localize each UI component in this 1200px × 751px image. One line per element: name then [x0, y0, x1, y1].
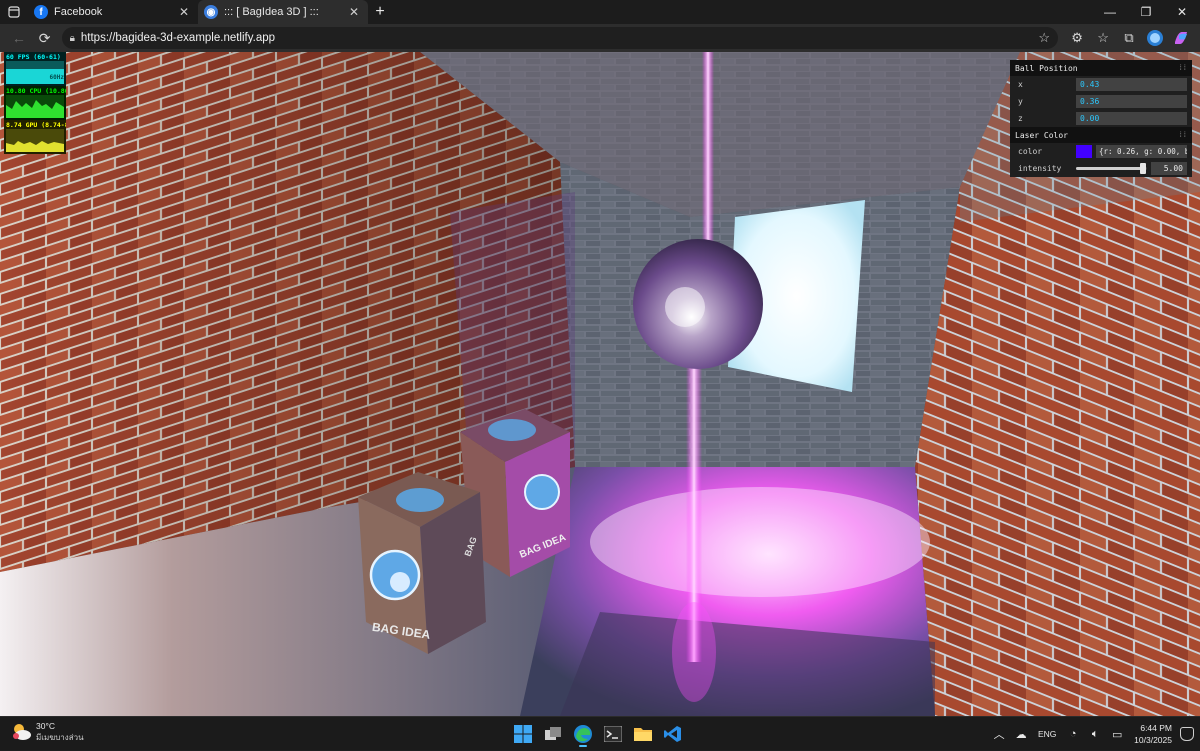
- folder-title: Ball Position: [1015, 63, 1078, 73]
- tab-bagidea-3d[interactable]: ◉ ::: [ BagIdea 3D ] ::: ✕: [198, 0, 368, 24]
- folder-icon: [634, 728, 652, 741]
- notification-bell-icon[interactable]: [1180, 727, 1194, 741]
- browser-tab-bar: f Facebook ✕ ◉ ::: [ BagIdea 3D ] ::: ✕ …: [0, 0, 1200, 24]
- collapse-icon[interactable]: ⁞⁞: [1179, 131, 1187, 140]
- copilot-icon[interactable]: [1168, 26, 1194, 50]
- new-tab-button[interactable]: +: [368, 3, 392, 21]
- color-text-input[interactable]: {r: 0.26, g: 0.00, b: [1096, 145, 1187, 158]
- tab-title: Facebook: [54, 6, 103, 18]
- vscode-icon: [664, 726, 681, 742]
- battery-icon[interactable]: ▭: [1106, 728, 1128, 741]
- tab-actions-icon: [8, 6, 20, 18]
- globe-icon: ◉: [204, 5, 218, 19]
- control-label: y: [1018, 97, 1023, 106]
- slider-handle[interactable]: [1140, 163, 1147, 174]
- wifi-icon[interactable]: ◔: [1062, 728, 1084, 740]
- extensions-icon[interactable]: ⚙: [1064, 26, 1090, 50]
- tab-title: ::: [ BagIdea 3D ] :::: [224, 6, 319, 18]
- lock-icon[interactable]: 🔒︎: [70, 33, 75, 44]
- weather-widget[interactable]: 30°C มีเมฆบางส่วน: [10, 721, 84, 743]
- clock-time: 6:44 PM: [1140, 723, 1172, 733]
- intensity-number-input[interactable]: 5.00: [1151, 162, 1187, 175]
- slider-fill: [1076, 167, 1144, 170]
- color-swatch[interactable]: [1076, 145, 1092, 158]
- minimize-icon[interactable]: —: [1092, 0, 1128, 24]
- vscode-taskbar-button[interactable]: [658, 720, 688, 748]
- favorites-icon[interactable]: ☆: [1090, 26, 1116, 50]
- wooden-crate-front[interactable]: BAG IDEA BAG: [358, 472, 486, 654]
- clock-date: 10/3/2025: [1134, 735, 1172, 745]
- window-controls: — ❐ ✕: [1092, 0, 1200, 24]
- back-button[interactable]: ←: [6, 26, 32, 50]
- control-label: color: [1018, 147, 1043, 156]
- collections-icon[interactable]: ⧉: [1116, 26, 1142, 50]
- weather-temperature: 30°C: [36, 721, 55, 731]
- collapse-icon[interactable]: ⁞⁞: [1179, 64, 1187, 73]
- folder-title: Laser Color: [1015, 130, 1068, 140]
- intensity-slider[interactable]: [1076, 162, 1147, 175]
- laser-beam-top: [702, 52, 714, 262]
- webgl-viewport[interactable]: BAG IDEA BAG IDEA BAG 60 FPS (60-61) 60H…: [0, 52, 1200, 716]
- url-text[interactable]: https://bagidea-3d-example.netlify.app: [81, 32, 1038, 44]
- control-z: z 0.00: [1010, 110, 1192, 127]
- edge-taskbar-button[interactable]: [568, 720, 598, 748]
- restore-icon[interactable]: ❐: [1128, 0, 1164, 24]
- y-number-input[interactable]: 0.36: [1076, 95, 1187, 108]
- terminal-taskbar-button[interactable]: [598, 720, 628, 748]
- start-button[interactable]: [508, 720, 538, 748]
- address-toolbar: ← ⟳ 🔒︎ https://bagidea-3d-example.netlif…: [0, 24, 1200, 52]
- weather-condition: มีเมฆบางส่วน: [36, 733, 84, 742]
- z-number-input[interactable]: 0.00: [1076, 112, 1187, 125]
- fps-label: 60 FPS (60-61): [6, 53, 61, 61]
- file-explorer-button[interactable]: [628, 720, 658, 748]
- address-bar[interactable]: 🔒︎ https://bagidea-3d-example.netlify.ap…: [61, 27, 1059, 49]
- system-tray: ︿ ☁ ENG ◔ 🔈︎ ▭ 6:44 PM 10/3/2025: [988, 717, 1194, 751]
- control-x: x 0.43: [1010, 76, 1192, 93]
- clock[interactable]: 6:44 PM 10/3/2025: [1134, 722, 1172, 746]
- refresh-button[interactable]: ⟳: [32, 26, 58, 50]
- control-label: z: [1018, 114, 1023, 123]
- gpu-label: 8.74 GPU (8.74-8.98): [6, 121, 66, 129]
- x-number-input[interactable]: 0.43: [1076, 78, 1187, 91]
- profile-avatar[interactable]: [1142, 26, 1168, 50]
- fps-meter: 60 FPS (60-61) 60Hz: [4, 52, 66, 86]
- control-color: color {r: 0.26, g: 0.00, b: [1010, 143, 1192, 160]
- close-tab-icon[interactable]: ✕: [346, 5, 362, 19]
- favorite-star-icon[interactable]: ☆: [1038, 30, 1050, 46]
- slider-track[interactable]: [1076, 163, 1147, 174]
- gpu-meter: 8.74 GPU (8.74-8.98): [4, 120, 66, 154]
- task-view-icon: [545, 727, 561, 740]
- control-intensity: intensity 5.00: [1010, 160, 1192, 177]
- show-hidden-icons-chevron-icon[interactable]: ︿: [988, 726, 1010, 742]
- facebook-icon: f: [34, 5, 48, 19]
- close-window-icon[interactable]: ✕: [1164, 0, 1200, 24]
- tab-facebook[interactable]: f Facebook ✕: [28, 0, 198, 24]
- folder-ball-position[interactable]: Ball Position ⁞⁞: [1010, 60, 1192, 76]
- volume-icon[interactable]: 🔈︎: [1084, 728, 1106, 741]
- language-indicator[interactable]: ENG: [1032, 729, 1062, 739]
- browser-tools: ⚙ ☆ ⧉: [1064, 26, 1194, 50]
- edge-icon: [574, 725, 592, 743]
- task-view-button[interactable]: [538, 720, 568, 748]
- control-label: x: [1018, 80, 1023, 89]
- terminal-icon: [604, 726, 622, 742]
- fps-refresh-label: 60Hz: [49, 74, 64, 81]
- control-label: intensity: [1018, 164, 1062, 173]
- windows-logo-icon: [514, 725, 532, 743]
- windows-taskbar: 30°C มีเมฆบางส่วน ︿ ☁ ENG ◔ 🔈︎ ▭ 6:44 PM…: [0, 716, 1200, 750]
- gui-controls-panel[interactable]: Ball Position ⁞⁞ x 0.43 y 0.36 z 0.00 La…: [1010, 60, 1192, 177]
- partly-cloudy-icon: [10, 721, 32, 743]
- close-tab-icon[interactable]: ✕: [176, 5, 192, 19]
- performance-stats[interactable]: 60 FPS (60-61) 60Hz 10.80 CPU (10.80-12 …: [4, 52, 66, 154]
- tab-actions-button[interactable]: [0, 0, 28, 24]
- cloud-sync-icon[interactable]: ☁: [1010, 728, 1032, 741]
- control-y: y 0.36: [1010, 93, 1192, 110]
- folder-laser-color[interactable]: Laser Color ⁞⁞: [1010, 127, 1192, 143]
- cpu-label: 10.80 CPU (10.80-12: [6, 87, 66, 95]
- taskbar-apps: [508, 720, 688, 748]
- cpu-meter: 10.80 CPU (10.80-12: [4, 86, 66, 120]
